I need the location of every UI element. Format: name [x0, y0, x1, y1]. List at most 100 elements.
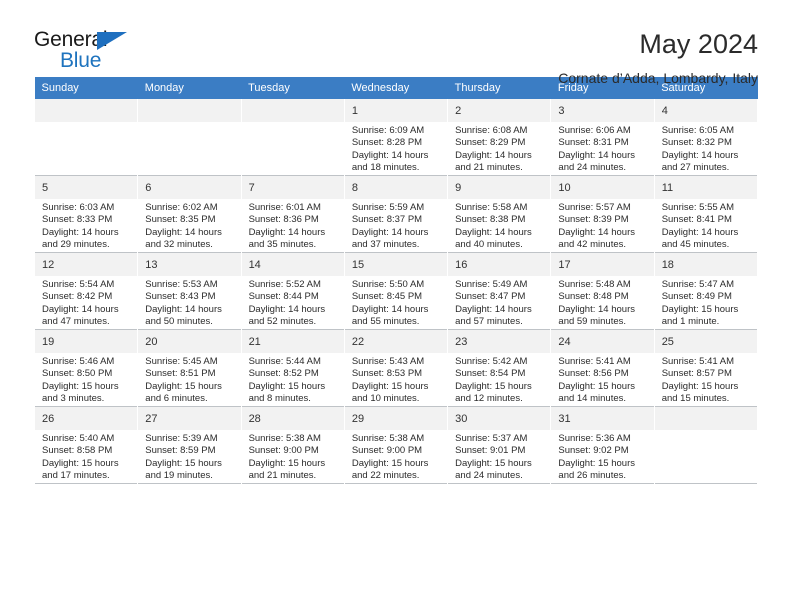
sun-info-block: Sunrise: 5:49 AM Sunset: 8:47 PM Daylight:… [448, 276, 550, 329]
sunrise-line: Sunrise: 5:42 AM [455, 356, 528, 367]
calendar-day-cell[interactable]: 3 Sunrise: 6:06 AM Sunset: 8:31 PM Daylight… [550, 99, 655, 176]
daylight-line: Daylight: 14 hours [42, 226, 119, 238]
day-number-bar: 18 [654, 253, 757, 276]
calendar-day-cell[interactable]: 31 Sunrise: 5:36 AM Sunset: 9:02 PM Dayligh… [550, 406, 655, 484]
daylight-line-cont: and 18 minutes. [351, 162, 420, 174]
calendar-day-cell[interactable]: 10 Sunrise: 5:57 AM Sunset: 8:39 PM Dayligh… [550, 175, 655, 253]
general-blue-logo[interactable]: General Blue [34, 28, 154, 80]
calendar-day-cell[interactable]: 13 Sunrise: 5:53 AM Sunset: 8:43 PM Dayligh… [137, 252, 242, 330]
sunrise-line: Sunrise: 6:08 AM [455, 125, 528, 136]
calendar-day-cell[interactable]: 20 Sunrise: 5:45 AM Sunset: 8:51 PM Dayligh… [137, 329, 242, 407]
daylight-line-cont: and 59 minutes. [558, 316, 627, 328]
calendar-day-cell[interactable]: 5 Sunrise: 6:03 AM Sunset: 8:33 PM Daylight… [33, 175, 139, 253]
day-cell-content: 10 Sunrise: 5:57 AM Sunset: 8:39 PM Dayligh… [551, 176, 654, 252]
weekday-header-thursday: Thursday [447, 77, 551, 99]
daylight-line: Daylight: 14 hours [558, 303, 635, 315]
day-cell-content: 5 Sunrise: 6:03 AM Sunset: 8:33 PM Daylight… [35, 176, 138, 252]
calendar-day-cell[interactable]: 25 Sunrise: 5:41 AM Sunset: 8:57 PM Dayligh… [653, 329, 759, 407]
sunrise-line: Sunrise: 5:52 AM [248, 279, 321, 290]
daylight-line-cont: and 42 minutes. [558, 239, 627, 251]
day-cell-content: 3 Sunrise: 6:06 AM Sunset: 8:31 PM Daylight… [551, 99, 654, 175]
daylight-line: Daylight: 15 hours [248, 380, 326, 392]
sunrise-line: Sunrise: 5:43 AM [351, 356, 425, 367]
calendar-day-cell[interactable]: 2 Sunrise: 6:08 AM Sunset: 8:29 PM Daylight… [447, 99, 552, 176]
sunrise-line: Sunrise: 5:38 AM [248, 433, 321, 444]
day-number-bar: 23 [448, 330, 551, 353]
calendar-day-cell[interactable]: 15 Sunrise: 5:50 AM Sunset: 8:45 PM Dayligh… [343, 252, 449, 330]
daylight-line: Daylight: 14 hours [455, 149, 532, 161]
calendar-day-cell[interactable]: 9 Sunrise: 5:58 AM Sunset: 8:38 PM Daylight… [447, 175, 552, 253]
sunset-line: Sunset: 8:59 PM [145, 445, 216, 457]
daylight-line-cont: and 14 minutes. [558, 393, 627, 405]
sun-info-block: Sunrise: 5:37 AM Sunset: 9:01 PM Daylight:… [448, 430, 550, 483]
daylight-line: Daylight: 14 hours [351, 226, 429, 238]
calendar-day-cell[interactable]: 17 Sunrise: 5:48 AM Sunset: 8:48 PM Dayligh… [550, 252, 655, 330]
sunrise-line: Sunrise: 5:54 AM [42, 279, 115, 290]
sun-info-block: Sunrise: 5:41 AM Sunset: 8:56 PM Daylight:… [551, 353, 653, 406]
daylight-line: Daylight: 15 hours [455, 380, 532, 392]
daylight-line-cont: and 17 minutes. [42, 470, 110, 482]
sunrise-line: Sunrise: 5:40 AM [42, 433, 115, 444]
calendar-day-cell[interactable]: 24 Sunrise: 5:41 AM Sunset: 8:56 PM Dayligh… [550, 329, 655, 407]
calendar-day-cell[interactable]: 18 Sunrise: 5:47 AM Sunset: 8:49 PM Dayligh… [653, 252, 759, 330]
calendar-day-cell[interactable]: 21 Sunrise: 5:44 AM Sunset: 8:52 PM Dayligh… [240, 329, 345, 407]
sunset-line: Sunset: 9:00 PM [248, 445, 319, 457]
day-cell-content [35, 99, 138, 175]
day-cell-content: 16 Sunrise: 5:49 AM Sunset: 8:47 PM Dayligh… [448, 253, 551, 329]
sunset-line: Sunset: 8:53 PM [351, 368, 423, 380]
sun-info-block: Sunrise: 6:05 AM Sunset: 8:32 PM Daylight:… [655, 122, 757, 175]
calendar-day-cell[interactable]: 28 Sunrise: 5:38 AM Sunset: 9:00 PM Dayligh… [240, 406, 345, 484]
sunset-line: Sunset: 8:52 PM [248, 368, 319, 380]
day-number-bar: 31 [551, 407, 654, 430]
day-cell-content: 15 Sunrise: 5:50 AM Sunset: 8:45 PM Dayligh… [344, 253, 448, 329]
day-number: 28 [248, 413, 261, 425]
calendar-day-cell[interactable]: 22 Sunrise: 5:43 AM Sunset: 8:53 PM Dayligh… [343, 329, 449, 407]
day-number: 29 [351, 413, 365, 425]
calendar-day-cell[interactable]: 27 Sunrise: 5:39 AM Sunset: 8:59 PM Dayligh… [137, 406, 242, 484]
sunrise-line: Sunrise: 5:55 AM [661, 202, 735, 213]
sun-info-block: Sunrise: 5:55 AM Sunset: 8:41 PM Daylight:… [655, 199, 757, 252]
sun-info-block: Sunrise: 5:47 AM Sunset: 8:49 PM Daylight:… [655, 276, 757, 329]
day-number-bar [654, 407, 757, 430]
calendar-week-row: 12 Sunrise: 5:54 AM Sunset: 8:42 PM Dayligh… [33, 252, 759, 330]
day-cell-content: 13 Sunrise: 5:53 AM Sunset: 8:43 PM Dayligh… [138, 253, 241, 329]
daylight-line-cont: and 55 minutes. [351, 316, 420, 328]
day-number: 10 [558, 182, 571, 194]
calendar-day-cell[interactable]: 26 Sunrise: 5:40 AM Sunset: 8:58 PM Dayligh… [33, 406, 139, 484]
sunset-line: Sunset: 8:43 PM [145, 291, 216, 303]
sun-info-block: Sunrise: 5:54 AM Sunset: 8:42 PM Daylight:… [35, 276, 137, 329]
daylight-line: Daylight: 14 hours [455, 226, 532, 238]
calendar-day-cell[interactable]: 6 Sunrise: 6:02 AM Sunset: 8:35 PM Daylight… [137, 175, 242, 253]
day-number: 7 [248, 182, 255, 194]
sunset-line: Sunset: 8:54 PM [455, 368, 526, 380]
sunrise-line: Sunrise: 6:06 AM [558, 125, 631, 136]
daylight-line-cont: and 19 minutes. [145, 470, 213, 482]
sunrise-line: Sunrise: 5:49 AM [455, 279, 528, 290]
day-number-bar: 3 [551, 99, 654, 122]
sunset-line: Sunset: 8:47 PM [455, 291, 526, 303]
day-number-bar: 10 [551, 176, 654, 199]
calendar-day-cell[interactable]: 23 Sunrise: 5:42 AM Sunset: 8:54 PM Dayligh… [447, 329, 552, 407]
sunrise-line: Sunrise: 5:59 AM [351, 202, 425, 213]
calendar-day-cell[interactable]: 14 Sunrise: 5:52 AM Sunset: 8:44 PM Dayligh… [240, 252, 345, 330]
sun-info-block [138, 122, 240, 125]
calendar-day-cell[interactable]: 16 Sunrise: 5:49 AM Sunset: 8:47 PM Dayligh… [447, 252, 552, 330]
sun-info-block: Sunrise: 5:59 AM Sunset: 8:37 PM Daylight:… [345, 199, 447, 252]
day-number-bar: 11 [654, 176, 757, 199]
calendar-day-cell[interactable]: 12 Sunrise: 5:54 AM Sunset: 8:42 PM Dayligh… [33, 252, 139, 330]
calendar-day-cell[interactable]: 1 Sunrise: 6:09 AM Sunset: 8:28 PM Daylight… [343, 99, 449, 176]
sunset-line: Sunset: 8:37 PM [351, 214, 423, 226]
day-number-bar: 6 [138, 176, 241, 199]
daylight-line-cont: and 3 minutes. [42, 393, 105, 405]
calendar-day-cell[interactable]: 8 Sunrise: 5:59 AM Sunset: 8:37 PM Daylight… [343, 175, 449, 253]
calendar-day-cell[interactable]: 30 Sunrise: 5:37 AM Sunset: 9:01 PM Dayligh… [447, 406, 552, 484]
calendar-day-cell[interactable]: 29 Sunrise: 5:38 AM Sunset: 9:00 PM Dayligh… [343, 406, 449, 484]
daylight-line: Daylight: 15 hours [145, 457, 222, 469]
calendar-day-cell[interactable]: 11 Sunrise: 5:55 AM Sunset: 8:41 PM Dayligh… [653, 175, 759, 253]
day-number: 26 [42, 413, 55, 425]
calendar-day-cell[interactable]: 4 Sunrise: 6:05 AM Sunset: 8:32 PM Daylight… [653, 99, 759, 176]
calendar-day-cell[interactable]: 19 Sunrise: 5:46 AM Sunset: 8:50 PM Dayligh… [33, 329, 139, 407]
daylight-line-cont: and 47 minutes. [42, 316, 110, 328]
day-number: 18 [661, 259, 674, 271]
calendar-day-cell[interactable]: 7 Sunrise: 6:01 AM Sunset: 8:36 PM Daylight… [240, 175, 345, 253]
